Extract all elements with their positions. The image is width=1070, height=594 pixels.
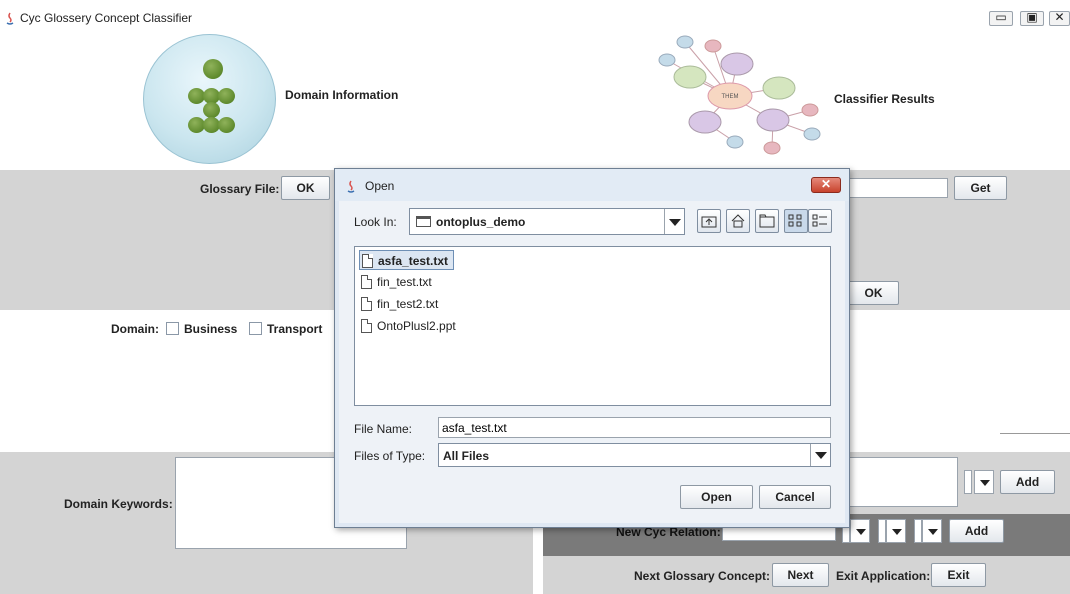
close-icon: ✕ bbox=[1054, 10, 1065, 24]
look-in-label: Look In: bbox=[354, 215, 397, 229]
up-folder-icon bbox=[701, 216, 717, 228]
classifier-results-label: Classifier Results bbox=[834, 92, 935, 106]
next-button[interactable]: Next bbox=[772, 563, 829, 587]
file-item[interactable]: asfa_test.txt bbox=[359, 250, 454, 270]
glossary-file-label: Glossary File: bbox=[200, 182, 280, 196]
list-view-button[interactable] bbox=[784, 209, 808, 233]
file-name: fin_test2.txt bbox=[377, 297, 439, 311]
home-button[interactable] bbox=[726, 209, 750, 233]
details-view-button[interactable] bbox=[808, 209, 832, 233]
up-folder-button[interactable] bbox=[697, 209, 721, 233]
relation-combo-1-arrow[interactable] bbox=[850, 519, 870, 543]
file-item[interactable]: fin_test.txt bbox=[359, 272, 449, 292]
cancel-button[interactable]: Cancel bbox=[759, 485, 831, 509]
domain-label: Domain: bbox=[111, 322, 159, 336]
domain-information-label: Domain Information bbox=[285, 88, 399, 102]
dialog-title: Open bbox=[365, 179, 395, 193]
next-glossary-concept-label: Next Glossary Concept: bbox=[634, 569, 771, 583]
file-name-label: File Name: bbox=[354, 422, 413, 436]
files-of-type-label: Files of Type: bbox=[354, 449, 426, 463]
relation-combo-3-left[interactable] bbox=[914, 519, 922, 543]
relation-combo-3-arrow[interactable] bbox=[922, 519, 942, 543]
relations-textarea[interactable] bbox=[846, 457, 958, 507]
home-icon bbox=[731, 214, 745, 228]
relation-combo-left[interactable] bbox=[964, 470, 972, 494]
file-icon bbox=[361, 275, 372, 289]
file-list: asfa_test.txt fin_test.txt fin_test2.txt… bbox=[354, 246, 831, 406]
java-icon bbox=[345, 179, 357, 193]
transport-label: Transport bbox=[267, 322, 323, 336]
maximize-button[interactable]: ▣ bbox=[1020, 10, 1044, 26]
file-name-input[interactable] bbox=[438, 417, 831, 438]
close-button[interactable]: ✕ bbox=[1049, 10, 1070, 26]
relation-combo-2-left[interactable] bbox=[878, 519, 886, 543]
exit-button[interactable]: Exit bbox=[931, 563, 986, 587]
look-in-value: ontoplus_demo bbox=[436, 215, 526, 229]
logo-pea bbox=[203, 102, 220, 118]
minimize-icon: ▭ bbox=[995, 10, 1007, 24]
file-item[interactable]: OntoPlusl2.ppt bbox=[359, 316, 469, 336]
classifier-ok-button[interactable]: OK bbox=[848, 281, 899, 305]
file-icon bbox=[361, 297, 372, 311]
minimize-button[interactable]: ▭ bbox=[989, 10, 1013, 26]
relation-combo-2-arrow[interactable] bbox=[886, 519, 906, 543]
list-view-icon bbox=[788, 214, 802, 227]
domain-logo-image bbox=[143, 34, 276, 164]
dialog-titlebar bbox=[335, 169, 849, 201]
close-icon: ✕ bbox=[820, 177, 832, 191]
files-of-type-combobox[interactable]: All Files bbox=[438, 443, 831, 467]
transport-checkbox[interactable] bbox=[249, 322, 262, 335]
business-label: Business bbox=[184, 322, 238, 336]
new-folder-button[interactable] bbox=[755, 209, 779, 233]
relation-dropdown-arrow[interactable] bbox=[974, 470, 994, 494]
chevron-down-icon[interactable] bbox=[810, 444, 830, 466]
details-view-icon bbox=[812, 214, 827, 227]
exit-application-label: Exit Application: bbox=[836, 569, 931, 583]
open-button[interactable]: Open bbox=[680, 485, 753, 509]
java-icon bbox=[4, 11, 16, 25]
glossary-get-input[interactable] bbox=[846, 178, 948, 198]
domain-keywords-label: Domain Keywords: bbox=[64, 497, 173, 511]
folder-icon bbox=[416, 216, 431, 227]
new-folder-icon bbox=[759, 214, 775, 228]
chevron-down-icon[interactable] bbox=[664, 209, 684, 234]
file-icon bbox=[361, 319, 372, 333]
window-title: Cyc Glossery Concept Classifier bbox=[20, 11, 193, 25]
logo-pea bbox=[203, 59, 223, 79]
file-icon bbox=[362, 254, 373, 268]
open-file-dialog: Open ✕ Look In: ontoplus_demo asfa_test.… bbox=[334, 168, 850, 528]
dialog-close-button[interactable]: ✕ bbox=[811, 177, 841, 193]
add-relation-button[interactable]: Add bbox=[1000, 470, 1055, 494]
files-of-type-value: All Files bbox=[443, 449, 490, 463]
logo-pea bbox=[218, 88, 235, 104]
add-cyc-relation-button[interactable]: Add bbox=[949, 519, 1004, 543]
business-checkbox[interactable] bbox=[166, 322, 179, 335]
file-name: OntoPlusl2.ppt bbox=[377, 319, 456, 333]
glossary-ok-button[interactable]: OK bbox=[281, 176, 330, 200]
file-item[interactable]: fin_test2.txt bbox=[359, 294, 449, 314]
look-in-combobox[interactable]: ontoplus_demo bbox=[409, 208, 685, 235]
file-name: asfa_test.txt bbox=[378, 254, 449, 268]
logo-pea bbox=[218, 117, 235, 133]
get-button[interactable]: Get bbox=[954, 176, 1007, 200]
cloud-center-text: THEM bbox=[722, 94, 739, 100]
results-divider bbox=[1000, 433, 1070, 434]
concept-cloud-image: THEM bbox=[658, 35, 821, 155]
maximize-icon: ▣ bbox=[1026, 10, 1038, 24]
file-name: fin_test.txt bbox=[377, 275, 432, 289]
